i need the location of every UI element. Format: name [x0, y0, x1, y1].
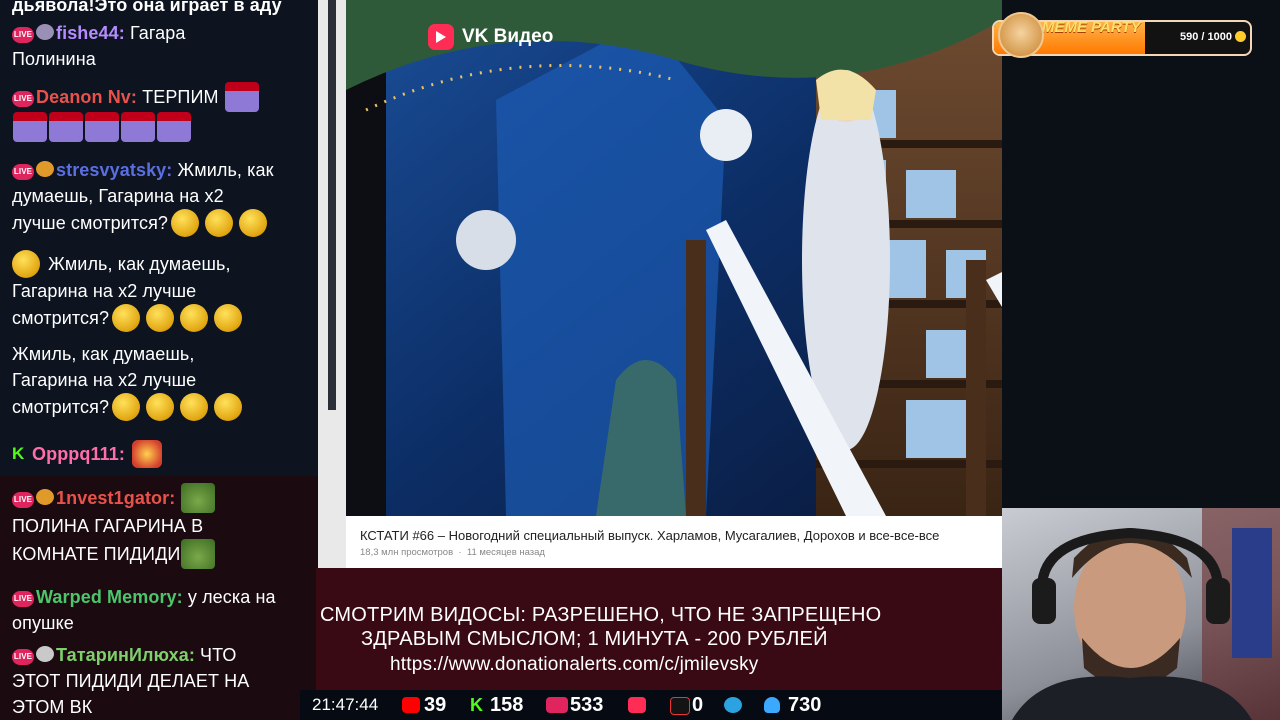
chat-nick[interactable]: fishe44:: [56, 23, 125, 43]
chat-nick[interactable]: stresvyatsky:: [56, 160, 172, 180]
emote-icon: [181, 483, 216, 513]
donation-banner: СМОТРИМ ВИДОСЫ: РАЗРЕШЕНО, ЧТО НЕ ЗАПРЕЩ…: [316, 568, 1002, 690]
clock: 21:47:44: [312, 695, 379, 714]
chat-message: K Opppq111:: [12, 440, 312, 468]
meta-separator: ·: [455, 547, 465, 558]
chat-nick[interactable]: 1nvest1gator:: [56, 488, 175, 508]
live-badge-icon: LIVE: [12, 27, 34, 43]
upload-age: 11 месяцев назад: [466, 547, 545, 558]
scrollbar[interactable]: [328, 0, 336, 410]
youtube-icon: [402, 697, 420, 713]
emote-icon: [146, 393, 175, 421]
emote-icon: [224, 82, 259, 112]
emote-icon: [171, 209, 200, 237]
video-player[interactable]: VK Видео: [346, 0, 1002, 516]
emote-icon: [132, 440, 163, 468]
emote-icon: [112, 393, 141, 421]
kick-viewers: 158: [490, 694, 524, 716]
chat-message: LIVE ТатаринИлюха: ЧТО ЭТОТ ПИДИДИ ДЕЛАЕТ…: [12, 645, 250, 717]
chat-nick[interactable]: Warped Memory:: [36, 587, 183, 607]
streamer-image: [1012, 508, 1280, 720]
chat-nick[interactable]: Deanon Nv:: [36, 87, 137, 107]
chat-message: LIVE 1nvest1gator: ПОЛИНА ГАГАРИНА В КОМН…: [12, 483, 312, 569]
avatar: [36, 489, 54, 505]
emote-icon: [146, 304, 175, 332]
emote-icon: [205, 209, 234, 237]
video-frame: [346, 0, 1002, 516]
telegram-icon: [724, 697, 742, 713]
avatar: [36, 646, 54, 662]
view-count: 18,3 млн просмотров: [360, 547, 454, 558]
emote-icon: [239, 209, 268, 237]
chat-message: LIVE fishe44: Гагара Полинина: [12, 23, 186, 69]
emote-icon: [49, 112, 83, 142]
vk-live-icon: [546, 697, 568, 713]
play-icon: [428, 24, 454, 50]
meme-party-label: MEME PARTY: [1042, 20, 1141, 36]
chat-message: LIVE Deanon Nv: ТЕРПИМ: [12, 82, 312, 142]
live-badge-icon: LIVE: [12, 591, 34, 607]
chat-message: LIVE Warped Memory: у леска на опушке: [12, 587, 276, 633]
live-badge-icon: LIVE: [12, 91, 34, 107]
stream-overlay: дьявола!Это она играет в аду LIVE fishe44…: [0, 0, 1280, 720]
person-icon: [764, 697, 780, 713]
emote-icon: [180, 393, 209, 421]
emote-icon: [13, 112, 47, 142]
vklive-viewers: 533: [570, 694, 604, 716]
emote-icon: [12, 250, 40, 278]
emote-icon: [214, 304, 243, 332]
meme-party-count: 590 / 1000: [1180, 31, 1232, 43]
video-title[interactable]: КСТАТИ #66 – Новогодний специальный выпу…: [360, 528, 1000, 543]
chat-message: Жмиль, как думаешь, Гагарина на х2 лучше…: [12, 341, 312, 421]
rutube-viewers: 0: [692, 694, 704, 716]
chat-message: LIVE stresvyatsky: Жмиль, как думаешь, Га…: [12, 157, 312, 237]
live-badge-icon: LIVE: [12, 492, 34, 508]
doge-icon: [998, 12, 1044, 58]
kick-icon: K: [12, 444, 25, 463]
chat-message-partial: дьявола!Это она играет в аду: [12, 0, 282, 15]
emote-icon: [181, 539, 216, 569]
emote-icon: [214, 393, 243, 421]
webcam-feed: [1002, 508, 1280, 720]
chat-nick[interactable]: Opppq111:: [32, 444, 125, 464]
chat-message: Жмиль, как думаешь, Гагарина на х2 лучше…: [12, 250, 312, 332]
avatar: [36, 161, 54, 177]
vk-video-icon: [628, 697, 646, 713]
emote-icon: [121, 112, 155, 142]
live-badge-icon: LIVE: [12, 164, 34, 180]
chat-panel: дьявола!Это она играет в аду LIVE fishe44…: [0, 0, 318, 720]
donation-link[interactable]: https://www.donationalerts.com/c/jmilevs…: [390, 654, 758, 676]
total-viewers: 730: [788, 694, 822, 716]
vk-video-label: VK Видео: [462, 26, 554, 47]
chat-nick[interactable]: ТатаринИлюха:: [56, 645, 195, 665]
youtube-viewers: 39: [424, 694, 447, 716]
coin-icon: [1235, 31, 1246, 42]
video-meta: 18,3 млн просмотров · 11 месяцев назад: [360, 547, 545, 558]
video-info: КСТАТИ #66 – Новогодний специальный выпу…: [346, 516, 1002, 568]
emote-icon: [157, 112, 191, 142]
avatar: [36, 24, 54, 40]
emote-icon: [112, 304, 141, 332]
emote-icon: [85, 112, 119, 142]
rutube-icon: [670, 697, 690, 715]
kick-icon: K: [470, 695, 483, 715]
banner-line-1: СМОТРИМ ВИДОСЫ: РАЗРЕШЕНО, ЧТО НЕ ЗАПРЕЩ…: [320, 604, 882, 626]
banner-line-2: ЗДРАВЫМ СМЫСЛОМ; 1 МИНУТА - 200 РУБЛЕЙ: [361, 628, 828, 650]
emote-icon: [180, 304, 209, 332]
live-badge-icon: LIVE: [12, 649, 34, 665]
vk-video-logo: VK Видео: [428, 24, 553, 50]
